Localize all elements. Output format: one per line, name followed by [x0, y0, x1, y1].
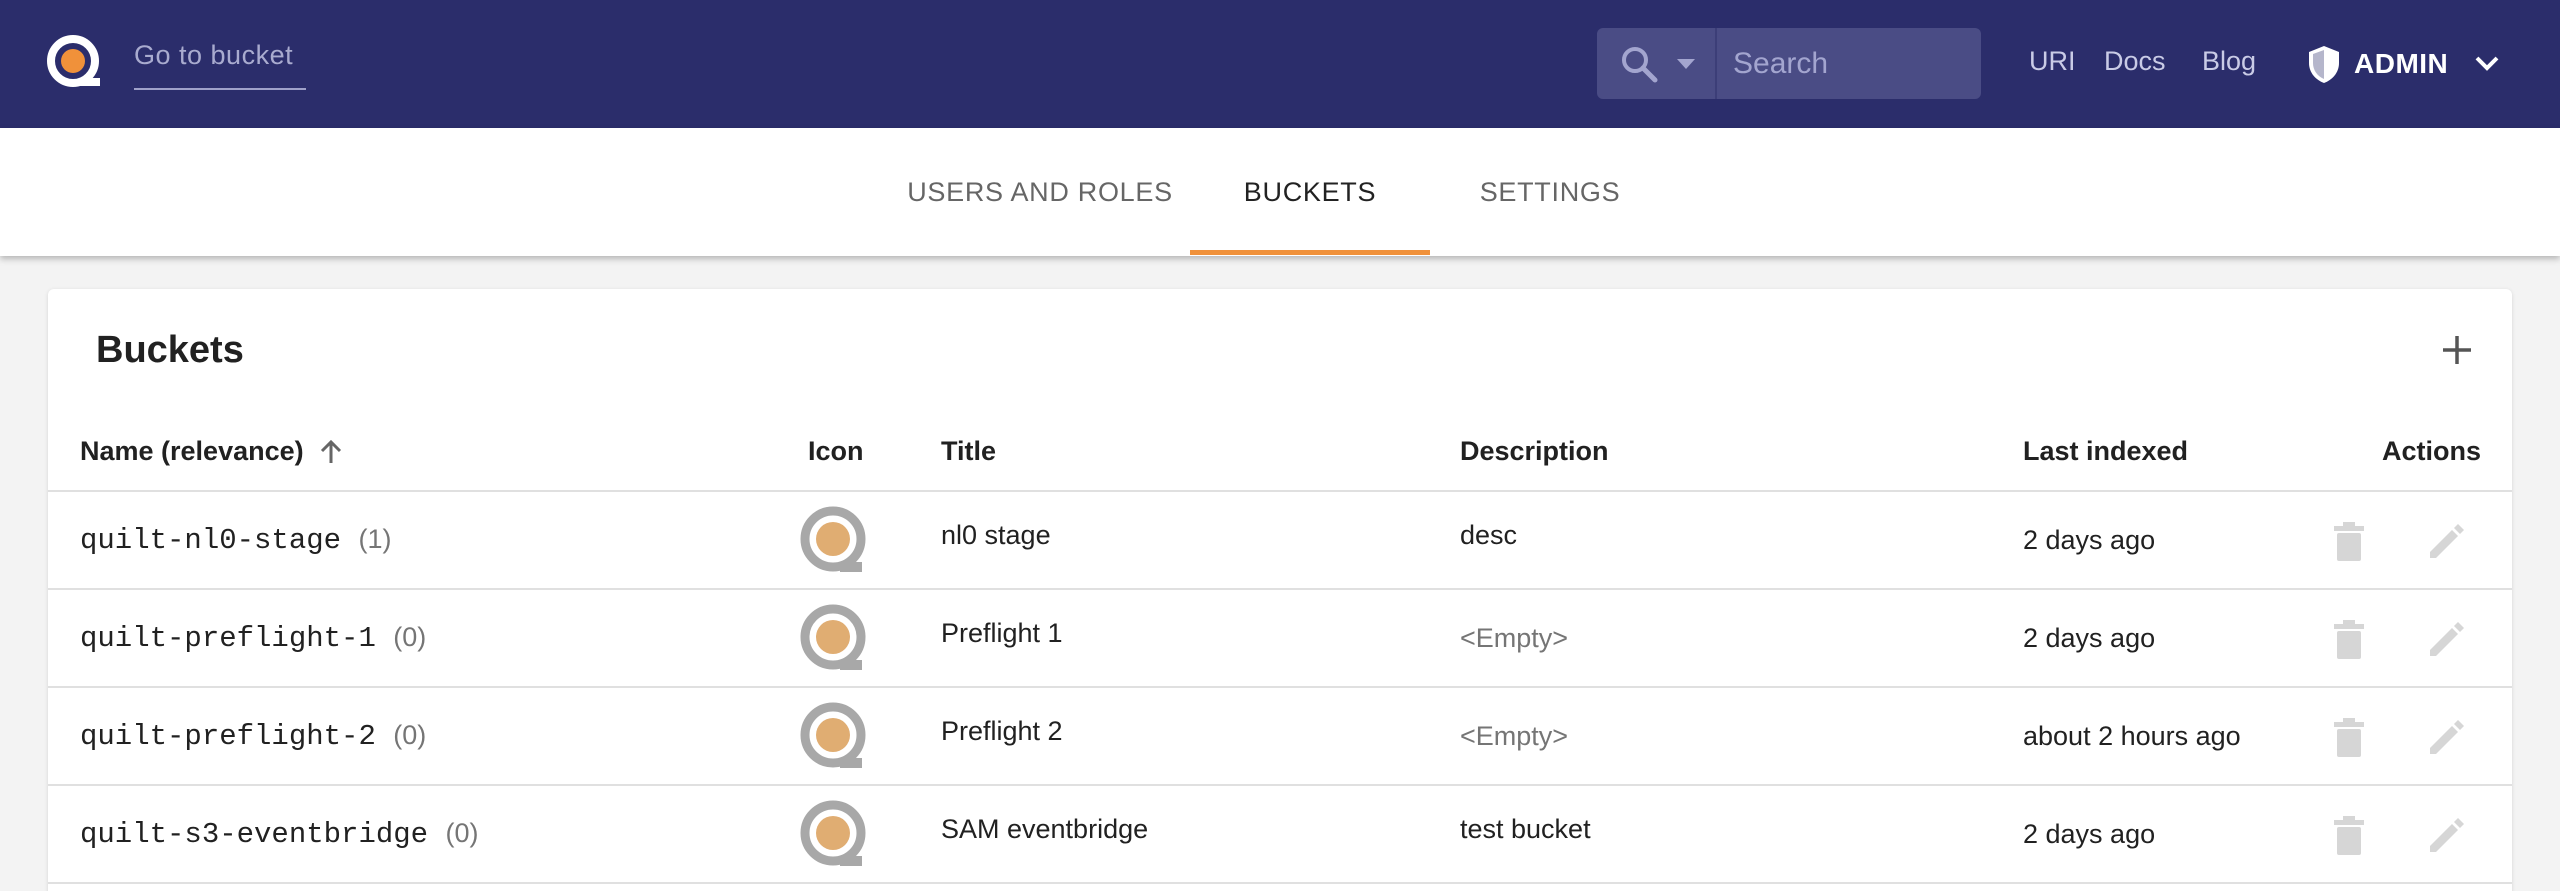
- sort-ascending-icon[interactable]: [316, 437, 346, 467]
- delete-icon[interactable]: [2331, 718, 2367, 758]
- bucket-icon: [800, 506, 866, 572]
- bucket-description: <Empty>: [1460, 721, 1569, 751]
- page-title: Buckets: [96, 329, 244, 371]
- go-to-bucket-link[interactable]: Go to bucket: [134, 40, 293, 71]
- bucket-title: nl0 stage: [941, 520, 1051, 550]
- shield-icon: [2309, 46, 2339, 83]
- admin-tabs: USERS AND ROLES BUCKETS SETTINGS: [0, 128, 2560, 256]
- column-header-actions: Actions: [2382, 436, 2482, 466]
- column-header-title: Title: [941, 436, 997, 466]
- tab-users-and-roles[interactable]: USERS AND ROLES: [890, 128, 1190, 256]
- app-header: Go to bucket URI Docs Blog ADMIN: [0, 0, 2560, 128]
- bucket-name[interactable]: quilt-s3-eventbridge (0): [80, 818, 478, 851]
- bucket-icon: [800, 604, 866, 670]
- table-row[interactable]: quilt-preflight-2 (0) Preflight 2 <Empty…: [48, 688, 2512, 786]
- tab-settings[interactable]: SETTINGS: [1430, 128, 1670, 256]
- bucket-description: desc: [1460, 520, 1518, 550]
- bucket-relevance-count: (0): [445, 818, 479, 848]
- chevron-down-icon: [2475, 56, 2499, 71]
- table-row[interactable]: quilt-nl0-stage (1) nl0 stage desc 2 day…: [48, 492, 2512, 590]
- column-header-last-indexed: Last indexed: [2023, 436, 2189, 466]
- go-to-bucket-underline: [134, 88, 306, 90]
- active-tab-indicator: [1190, 250, 1430, 255]
- delete-icon[interactable]: [2331, 522, 2367, 562]
- bucket-name[interactable]: quilt-preflight-2 (0): [80, 720, 426, 753]
- bucket-icon: [800, 800, 866, 866]
- bucket-relevance-count: (0): [393, 622, 427, 652]
- search-box: [1597, 28, 1981, 99]
- edit-icon[interactable]: [2426, 816, 2466, 856]
- nav-link-docs[interactable]: Docs: [2104, 46, 2166, 77]
- nav-link-uri[interactable]: URI: [2029, 46, 2076, 77]
- bucket-last-indexed: 2 days ago: [2023, 525, 2156, 555]
- edit-icon[interactable]: [2426, 718, 2466, 758]
- bucket-last-indexed: about 2 hours ago: [2023, 721, 2241, 751]
- buckets-card: Buckets Name (relevance) Icon Title Desc…: [48, 289, 2512, 891]
- user-menu-label: ADMIN: [2354, 48, 2449, 79]
- bucket-last-indexed: 2 days ago: [2023, 623, 2156, 653]
- bucket-title: Preflight 2: [941, 716, 1063, 746]
- bucket-last-indexed: 2 days ago: [2023, 819, 2156, 849]
- bucket-name[interactable]: quilt-nl0-stage (1): [80, 524, 391, 557]
- column-header-icon: Icon: [808, 436, 864, 466]
- table-row[interactable]: quilt-s3-eventbridge (0) SAM eventbridge…: [48, 786, 2512, 884]
- edit-icon[interactable]: [2426, 620, 2466, 660]
- bucket-title: SAM eventbridge: [941, 814, 1149, 844]
- bucket-title: Preflight 1: [941, 618, 1063, 648]
- add-bucket-button[interactable]: [2432, 325, 2482, 375]
- delete-icon[interactable]: [2331, 816, 2367, 856]
- bucket-description: <Empty>: [1460, 623, 1569, 653]
- search-scope-button[interactable]: [1597, 28, 1717, 99]
- bucket-description: test bucket: [1460, 814, 1591, 844]
- bucket-name[interactable]: quilt-preflight-1 (0): [80, 622, 426, 655]
- nav-link-blog[interactable]: Blog: [2202, 46, 2256, 77]
- bucket-relevance-count: (0): [393, 720, 427, 750]
- edit-icon[interactable]: [2426, 522, 2466, 562]
- bucket-relevance-count: (1): [358, 524, 392, 554]
- quilt-logo-icon[interactable]: [46, 34, 104, 92]
- bucket-icon: [800, 702, 866, 768]
- table-row[interactable]: quilt-preflight-1 (0) Preflight 1 <Empty…: [48, 590, 2512, 688]
- search-icon: [1622, 47, 1658, 83]
- delete-icon[interactable]: [2331, 620, 2367, 660]
- search-input[interactable]: [1719, 28, 1981, 99]
- column-header-name[interactable]: Name (relevance): [80, 436, 304, 467]
- caret-down-icon: [1677, 59, 1695, 69]
- tab-buckets[interactable]: BUCKETS: [1190, 128, 1430, 256]
- column-header-description: Description: [1460, 436, 1609, 466]
